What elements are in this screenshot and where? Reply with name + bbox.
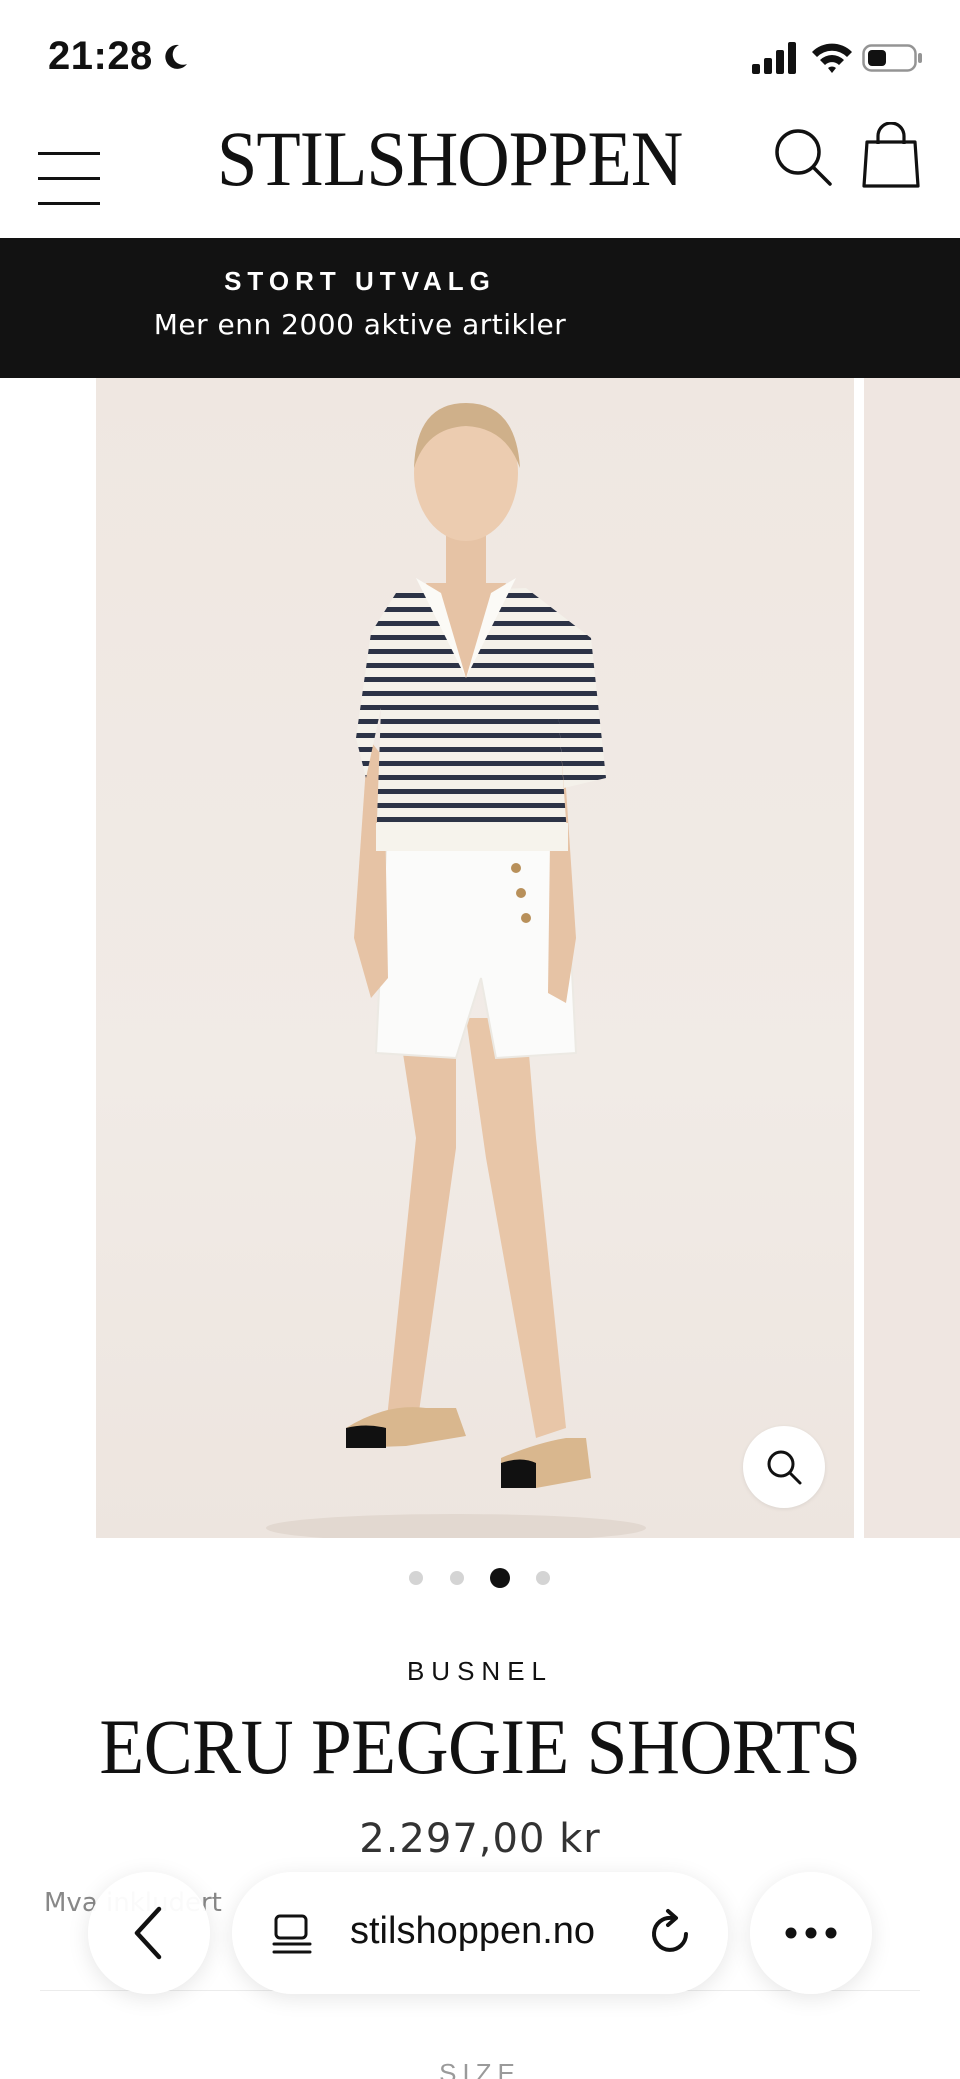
wifi-icon [812, 43, 852, 73]
carousel-dot-active[interactable] [490, 1568, 510, 1588]
browser-back-button[interactable] [88, 1872, 210, 1994]
shopping-bag-icon[interactable] [862, 122, 920, 188]
hamburger-menu-icon[interactable] [38, 132, 100, 205]
browser-url[interactable]: stilshoppen.no [350, 1910, 595, 1953]
site-logo[interactable]: STILSHOPPEN [217, 114, 683, 204]
next-slide-preview[interactable] [864, 378, 960, 1538]
battery-icon [862, 44, 922, 72]
product-image-carousel[interactable] [0, 378, 960, 1538]
zoom-button[interactable] [743, 1426, 825, 1508]
product-title: ECRU PEGGIE SHORTS [99, 1703, 861, 1790]
product-brand[interactable]: BUSNEL [0, 1656, 960, 1687]
carousel-pagination [0, 1568, 960, 1588]
browser-address-bar[interactable]: stilshoppen.no [232, 1872, 728, 1994]
carousel-dot[interactable] [536, 1571, 550, 1585]
promo-banner: STORT UTVALG Mer enn 2000 aktive artikle… [0, 238, 960, 378]
product-photo[interactable] [96, 378, 854, 1538]
search-icon[interactable] [772, 126, 834, 188]
banner-subtitle: Mer enn 2000 aktive artikler [153, 308, 567, 341]
carousel-dot[interactable] [409, 1571, 423, 1585]
moon-icon [165, 44, 187, 69]
page-tabs-icon[interactable] [270, 1912, 314, 1956]
cellular-signal-icon [752, 42, 796, 74]
reload-icon[interactable] [646, 1908, 696, 1958]
size-label: SIZE [439, 2058, 521, 2079]
carousel-dot[interactable] [450, 1571, 464, 1585]
browser-more-button[interactable] [750, 1872, 872, 1994]
model-illustration [266, 403, 646, 1538]
zoom-icon [767, 1450, 802, 1485]
banner-title: STORT UTVALG [224, 266, 496, 296]
back-chevron-icon [134, 1906, 162, 1960]
site-header: STILSHOPPEN [0, 112, 960, 238]
status-time: 21:28 [48, 34, 153, 78]
status-bar: 21:28 [0, 0, 960, 112]
more-dots-icon [785, 1927, 837, 1939]
product-price: 2.297,00 kr [359, 1816, 601, 1862]
